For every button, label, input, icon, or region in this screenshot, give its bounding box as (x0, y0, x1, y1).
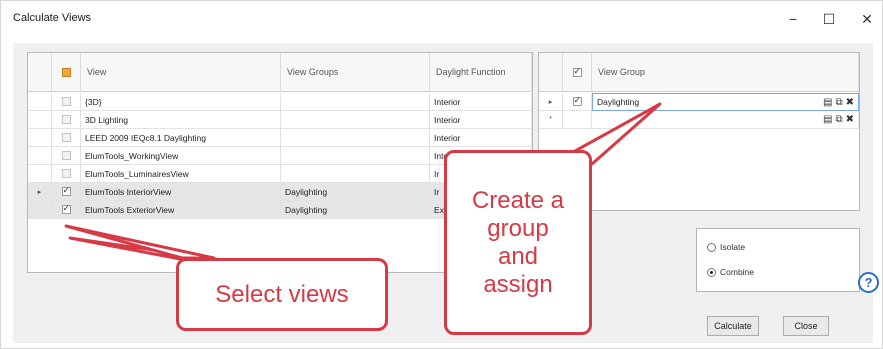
row-indicator[interactable] (28, 93, 52, 111)
view-group-cell[interactable]: Daylighting (281, 183, 430, 201)
delete-icon[interactable]: ✖ (846, 114, 854, 125)
callout-line-1: Create a (471, 186, 565, 214)
view-name-cell[interactable]: ElumTools ExteriorView (81, 201, 281, 219)
view-name-cell[interactable]: ElumTools InteriorView (81, 183, 281, 201)
isolate-option[interactable]: Isolate (707, 242, 745, 252)
row-checkbox-cell[interactable] (52, 111, 81, 129)
calculate-button[interactable]: Calculate (707, 316, 759, 336)
column-header-view[interactable]: View (81, 53, 281, 92)
row-checkbox-cell[interactable] (563, 93, 592, 111)
group-checkbox[interactable] (572, 95, 582, 106)
view-checkbox[interactable] (61, 169, 71, 178)
view-group-cell[interactable] (281, 147, 430, 165)
column-header-view-group[interactable]: View Group (592, 53, 859, 92)
title-bar: Calculate Views − ☐ ✕ (1, 1, 882, 37)
row-indicator[interactable]: ▸ (28, 183, 52, 201)
row-indicator[interactable] (28, 147, 52, 165)
view-group-cell[interactable] (281, 165, 430, 183)
view-group-cell[interactable]: Daylighting (281, 201, 430, 219)
row-indicator[interactable] (28, 165, 52, 183)
help-icon[interactable]: ? (858, 272, 879, 293)
dialog-body: View View Groups Daylight Function {3D} I… (13, 43, 873, 343)
view-name-cell[interactable]: 3D Lighting (81, 111, 281, 129)
row-checkbox-cell[interactable] (52, 93, 81, 111)
view-name-cell[interactable]: ElumTools_LuminairesView (81, 165, 281, 183)
view-group-cell[interactable] (281, 111, 430, 129)
row-checkbox-cell[interactable] (52, 201, 81, 219)
select-views-callout: Select views (176, 258, 388, 331)
copy-icon[interactable]: ⧉ (835, 97, 842, 108)
callout-line-2: group (487, 214, 549, 242)
view-checkbox[interactable] (61, 97, 71, 106)
row-checkbox-cell[interactable] (563, 111, 592, 129)
select-all-header[interactable] (52, 53, 81, 92)
daylight-function-cell[interactable]: Interior (430, 129, 532, 147)
view-name-cell[interactable]: {3D} (81, 93, 281, 111)
create-group-callout: Create a group and assign (444, 150, 592, 335)
row-actions: ▤ ⧉ ✖ (823, 114, 854, 125)
close-window-button[interactable]: ✕ (847, 6, 883, 32)
isolate-radio[interactable] (707, 242, 716, 252)
column-header-view-groups[interactable]: View Groups (281, 53, 430, 92)
view-name-cell[interactable]: LEED 2009 IEQc8.1 Daylighting (81, 129, 281, 147)
callout-line-3: and (497, 242, 539, 270)
view-checkbox[interactable] (61, 115, 71, 124)
combine-option[interactable]: Combine (707, 267, 754, 277)
combine-label: Combine (720, 267, 755, 277)
window-title: Calculate Views (13, 12, 92, 24)
group-name-text[interactable]: Daylighting (597, 97, 639, 107)
maximize-button[interactable]: ☐ (809, 6, 849, 32)
group-name-cell[interactable]: Daylighting ▤ ⧉ ✖ (592, 93, 859, 111)
delete-icon[interactable]: ✖ (846, 97, 854, 108)
save-icon[interactable]: ▤ (823, 114, 832, 125)
save-icon[interactable]: ▤ (823, 97, 832, 108)
row-checkbox-cell[interactable] (52, 129, 81, 147)
combine-mode-group: Isolate Combine (696, 228, 860, 292)
select-all-groups-checkbox[interactable] (572, 66, 582, 77)
row-indicator[interactable] (28, 129, 52, 147)
view-group-cell[interactable] (281, 129, 430, 147)
row-checkbox-cell[interactable] (52, 147, 81, 165)
isolate-label: Isolate (720, 242, 746, 252)
daylight-function-cell[interactable]: Interior (430, 93, 532, 111)
column-header-daylight-function[interactable]: Daylight Function (430, 53, 532, 92)
calculate-views-dialog: Calculate Views − ☐ ✕ View View Groups D… (0, 0, 883, 349)
callout-line-4: assign (483, 270, 553, 298)
group-name-cell[interactable]: ▤ ⧉ ✖ (592, 111, 859, 129)
daylight-function-cell[interactable]: Interior (430, 111, 532, 129)
row-indicator[interactable]: ▸ (539, 93, 563, 111)
view-checkbox[interactable] (61, 133, 71, 142)
select-all-checkbox[interactable] (61, 67, 71, 77)
view-group-cell[interactable] (281, 93, 430, 111)
row-checkbox-cell[interactable] (52, 183, 81, 201)
combine-radio[interactable] (707, 267, 716, 277)
row-indicator-header (539, 53, 563, 92)
row-indicator[interactable] (28, 111, 52, 129)
row-checkbox-cell[interactable] (52, 165, 81, 183)
view-checkbox[interactable] (61, 203, 71, 214)
close-button[interactable]: Close (783, 316, 829, 336)
view-name-cell[interactable]: ElumTools_WorkingView (81, 147, 281, 165)
view-checkbox[interactable] (61, 185, 71, 196)
select-all-groups-header[interactable] (563, 53, 592, 92)
row-indicator-header (28, 53, 52, 92)
minimize-button[interactable]: − (773, 6, 813, 32)
view-checkbox[interactable] (61, 151, 71, 160)
copy-icon[interactable]: ⧉ (835, 114, 842, 125)
row-actions: ▤ ⧉ ✖ (823, 97, 854, 108)
row-indicator[interactable]: * (539, 111, 563, 129)
create-group-callout-text: Create a group and assign (472, 187, 564, 299)
row-indicator[interactable] (28, 201, 52, 219)
